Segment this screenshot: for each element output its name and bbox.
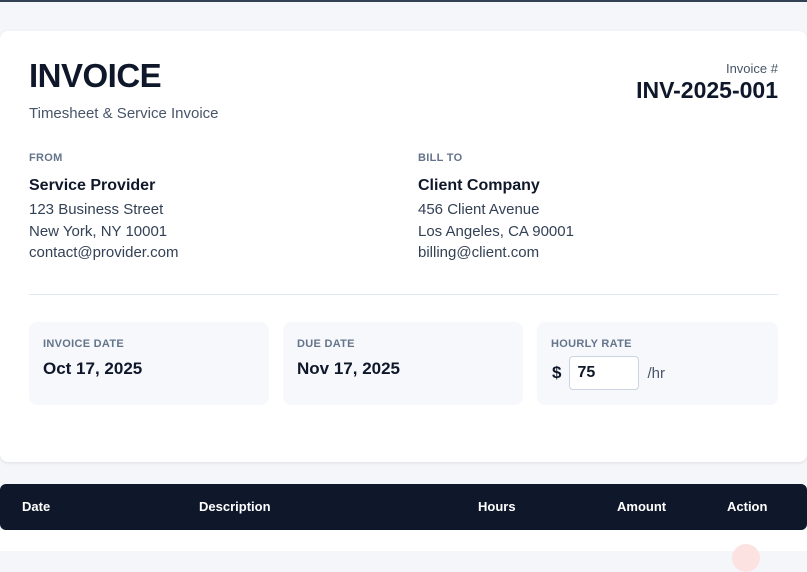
delete-button-peek[interactable] [732, 544, 760, 572]
column-header-date: Date [22, 499, 51, 514]
timesheet-table-header: Date Description Hours Amount Action [0, 484, 807, 530]
bill-to-address-line1: 456 Client Avenue [418, 201, 540, 218]
bill-to-section: BILL TO Client Company 456 Client Avenue… [418, 152, 748, 264]
hourly-rate-box: HOURLY RATE $ /hr [537, 322, 778, 405]
table-body-top [0, 530, 807, 551]
column-header-action: Action [727, 499, 768, 514]
due-date-box: DUE DATE Nov 17, 2025 [283, 322, 523, 405]
bill-to-email: billing@client.com [418, 244, 540, 261]
top-border [0, 0, 807, 2]
invoice-card: INVOICE Timesheet & Service Invoice Invo… [0, 31, 807, 462]
invoice-title: INVOICE [29, 57, 162, 94]
invoice-subtitle: Timesheet & Service Invoice [29, 105, 219, 122]
invoice-number: INV-2025-001 [636, 77, 778, 103]
from-address-line1: 123 Business Street [29, 201, 164, 218]
bill-to-name: Client Company [418, 177, 540, 194]
due-date-label: DUE DATE [297, 338, 355, 350]
hourly-rate-label: HOURLY RATE [551, 338, 632, 350]
from-section: FROM Service Provider 123 Business Stree… [29, 152, 359, 264]
column-header-hours: Hours [478, 499, 516, 514]
invoice-date-box: INVOICE DATE Oct 17, 2025 [29, 322, 269, 405]
from-address-line2: New York, NY 10001 [29, 222, 168, 240]
rate-unit: /hr [647, 364, 665, 382]
from-label: FROM [29, 152, 63, 164]
invoice-number-label: Invoice # [725, 61, 778, 76]
bill-to-label: BILL TO [418, 152, 463, 164]
invoice-date-label: INVOICE DATE [43, 338, 125, 350]
currency-symbol: $ [552, 363, 562, 382]
section-divider [29, 294, 778, 295]
hourly-rate-row: $ /hr [552, 356, 665, 390]
hourly-rate-input[interactable] [569, 356, 640, 390]
from-name: Service Provider [29, 177, 156, 194]
column-header-description: Description [199, 499, 271, 514]
column-header-amount: Amount [617, 499, 667, 514]
from-email: contact@provider.com [29, 244, 179, 261]
due-date-value: Nov 17, 2025 [297, 359, 401, 378]
bill-to-address-line2: Los Angeles, CA 90001 [418, 222, 574, 240]
invoice-date-value: Oct 17, 2025 [43, 359, 143, 378]
